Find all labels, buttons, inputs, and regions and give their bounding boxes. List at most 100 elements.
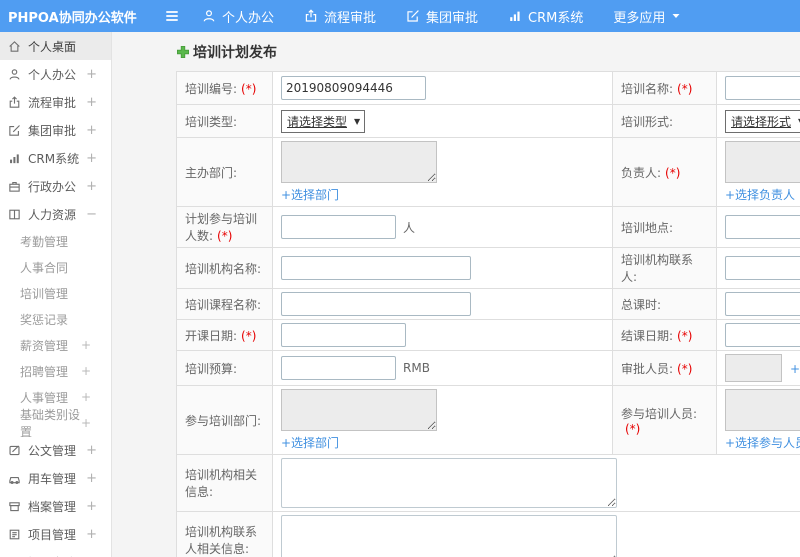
- sidebar-item-admin-office[interactable]: 行政办公 +: [0, 172, 111, 200]
- menu-item-group-approval[interactable]: 集团审批: [406, 7, 478, 26]
- sidebar-subitem-recruit-mgmt[interactable]: 招聘管理 +: [0, 358, 111, 384]
- sidebar-item-label: 人力资源: [28, 207, 77, 222]
- share-icon: [304, 9, 318, 23]
- form-rows: 培训编号:(*)培训名称:(*)培训类型:请选择类型▼培训形式:请选择形式▼主办…: [176, 71, 800, 557]
- host-dept-picker[interactable]: [281, 141, 437, 183]
- sidebar-item-personal-desktop[interactable]: 个人桌面: [0, 32, 111, 60]
- training-no-input[interactable]: [281, 76, 426, 100]
- end-date-input[interactable]: [725, 323, 800, 347]
- training-form-select[interactable]: 请选择形式▼: [725, 109, 800, 133]
- sidebar-subitem-base-category-settings[interactable]: 基础类别设置 +: [0, 408, 111, 439]
- sidebar-item-group-approval[interactable]: 集团审批 +: [0, 116, 111, 144]
- chevron-down-icon: [671, 11, 681, 21]
- course-name-input[interactable]: [281, 292, 471, 316]
- training-place-input[interactable]: [725, 215, 800, 239]
- training-form-select-value: 请选择形式: [731, 114, 792, 129]
- expand-toggle-icon[interactable]: +: [86, 151, 97, 166]
- training-form-label-cell: 培训形式:: [612, 104, 717, 138]
- expand-toggle-icon[interactable]: +: [81, 416, 91, 430]
- join-depts-label-cell: 参与培训部门:: [176, 385, 273, 455]
- expand-toggle-icon[interactable]: +: [86, 471, 97, 486]
- host-dept-select-link[interactable]: +选择部门: [281, 188, 339, 202]
- car-icon: [8, 472, 21, 485]
- sidebar-item-archive-mgmt[interactable]: 档案管理 +: [0, 492, 111, 520]
- org-contact-info-field-cell: [272, 511, 800, 557]
- expand-toggle-icon[interactable]: +: [81, 364, 91, 378]
- expand-toggle-icon[interactable]: +: [86, 179, 97, 194]
- sidebar-subitem-reward-punish[interactable]: 奖惩记录: [0, 306, 111, 332]
- menu-item-crm-system[interactable]: CRM系统: [508, 7, 583, 26]
- sidebar: 个人桌面 个人办公 + 流程审批 + 集团审批 + CRM系统 + 行政办公 + 人力资源 − 考勤管理人…: [0, 32, 112, 557]
- course-name-label: 培训课程名称:: [185, 297, 262, 312]
- expand-toggle-icon[interactable]: +: [86, 95, 97, 110]
- expand-toggle-icon[interactable]: +: [81, 338, 91, 352]
- approvers-field-cell: +选择审批人员: [716, 350, 800, 386]
- sidebar-subitem-hr-contract[interactable]: 人事合同: [0, 254, 111, 280]
- start-date-input[interactable]: [281, 323, 406, 347]
- expand-toggle-icon[interactable]: +: [81, 390, 91, 404]
- leader-select-link[interactable]: +选择负责人: [725, 188, 795, 202]
- end-date-field-cell: [716, 319, 800, 351]
- required-marker: (*): [241, 328, 257, 343]
- total-hours-input[interactable]: [725, 292, 800, 316]
- required-marker: (*): [217, 229, 233, 243]
- join-members-select-link[interactable]: +选择参与人员: [725, 436, 800, 450]
- sidebar-item-label: 行政办公: [28, 179, 77, 194]
- sidebar-item-crm-system[interactable]: CRM系统 +: [0, 144, 111, 172]
- sidebar-item-knowledge-exchange[interactable]: 知识交流+: [0, 548, 111, 557]
- expand-toggle-icon[interactable]: −: [86, 207, 97, 222]
- form-row: 培训课程名称: 总课时:: [176, 288, 800, 320]
- sidebar-subitem-training-mgmt[interactable]: 培训管理: [0, 280, 111, 306]
- expand-toggle-icon[interactable]: +: [86, 67, 97, 82]
- menu-item-personal-office[interactable]: 个人办公: [202, 7, 274, 26]
- planned-trainees-label-cell: 计划参与培训人数: (*): [176, 206, 273, 248]
- menu-item-label: 更多应用: [613, 10, 666, 26]
- org-name-field-cell: [272, 247, 613, 289]
- host-dept-label: 主办部门:: [185, 165, 238, 180]
- sidebar-item-vehicle-mgmt[interactable]: 用车管理 +: [0, 464, 111, 492]
- training-name-input[interactable]: [725, 76, 800, 100]
- sidebar-item-workflow-approval[interactable]: 流程审批 +: [0, 88, 111, 116]
- menu-item-more-apps[interactable]: 更多应用: [613, 7, 681, 26]
- leader-label-cell: 负责人: (*): [612, 137, 717, 207]
- leader-picker[interactable]: [725, 141, 800, 183]
- form-row: 培训机构名称: 培训机构联系人:: [176, 247, 800, 289]
- join-depts-picker[interactable]: [281, 389, 437, 431]
- course-name-field-cell: [272, 288, 613, 320]
- sidebar-item-human-resources[interactable]: 人力资源 −: [0, 200, 111, 228]
- page-title-text: 培训计划发布: [193, 45, 277, 61]
- training-type-select[interactable]: 请选择类型 ▼: [281, 109, 366, 133]
- planned-trainees-input[interactable]: [281, 215, 396, 239]
- approvers-select-link[interactable]: +选择审批人员: [790, 360, 800, 377]
- training-no-field-cell: [272, 71, 613, 105]
- menu-item-workflow-approval[interactable]: 流程审批: [304, 7, 376, 26]
- sidebar-item-project-mgmt[interactable]: 项目管理 +: [0, 520, 111, 548]
- expand-toggle-icon[interactable]: +: [86, 527, 97, 542]
- sidebar-subitem-salary-mgmt[interactable]: 薪资管理 +: [0, 332, 111, 358]
- required-marker: (*): [677, 361, 693, 376]
- budget-label: 培训预算:: [185, 361, 238, 376]
- sidebar-subitem-attendance-mgmt[interactable]: 考勤管理: [0, 228, 111, 254]
- org-name-input[interactable]: [281, 256, 471, 280]
- sidebar-item-personal-office[interactable]: 个人办公 +: [0, 60, 111, 88]
- budget-input[interactable]: [281, 356, 396, 380]
- sidebar-item-label: 公文管理: [28, 443, 77, 458]
- join-members-picker[interactable]: [725, 389, 800, 431]
- training-plan-form: 培训编号:(*)培训名称:(*)培训类型:请选择类型▼培训形式:请选择形式▼主办…: [176, 71, 800, 557]
- join-depts-select-link[interactable]: +选择部门: [281, 436, 339, 450]
- menu-toggle-icon[interactable]: [164, 8, 180, 24]
- header-menu: 个人办公 流程审批 集团审批 CRM系统 更多应用: [202, 7, 711, 26]
- expand-toggle-icon[interactable]: +: [86, 123, 97, 138]
- sidebar-item-document-mgmt[interactable]: 公文管理 +: [0, 436, 111, 464]
- book-icon: [8, 208, 21, 221]
- required-marker: (*): [241, 81, 257, 96]
- org-contact-field-cell: [716, 247, 800, 289]
- org-contact-info-textarea[interactable]: [281, 515, 617, 557]
- sidebar-subitem-label: 基础类别设置: [20, 408, 81, 439]
- expand-toggle-icon[interactable]: +: [86, 443, 97, 458]
- org-info-textarea[interactable]: [281, 458, 617, 508]
- expand-toggle-icon[interactable]: +: [86, 499, 97, 514]
- briefcase-icon: [8, 180, 21, 193]
- org-contact-input[interactable]: [725, 256, 800, 280]
- approvers-picker[interactable]: [725, 354, 782, 382]
